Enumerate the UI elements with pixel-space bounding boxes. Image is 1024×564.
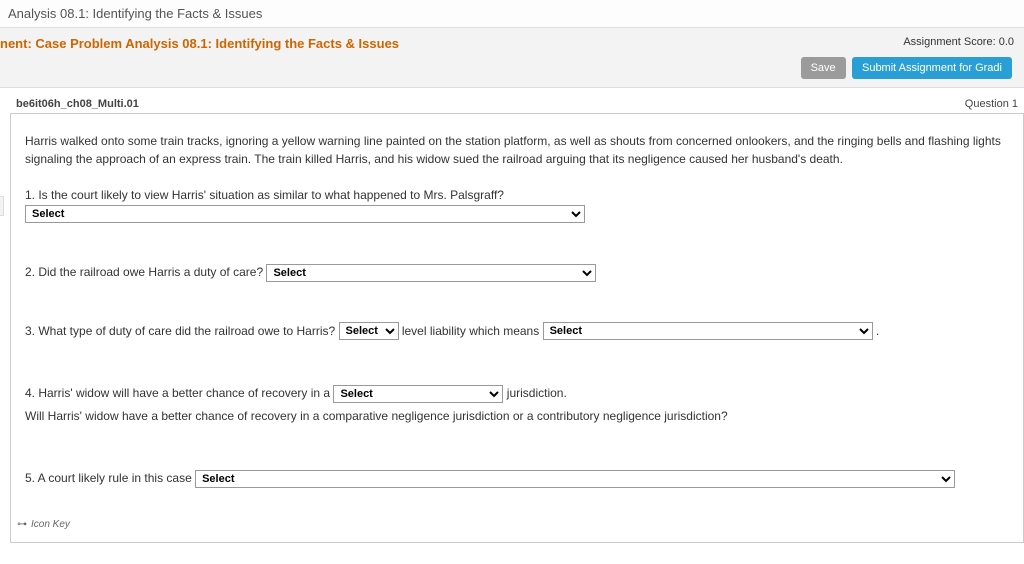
- question-3-suffix: .: [876, 324, 879, 338]
- key-icon: ⊶: [17, 517, 27, 532]
- question-line-3: 3. What type of duty of care did the rai…: [25, 322, 1009, 341]
- question-number: Question 1: [965, 98, 1020, 110]
- prev-question-arrow[interactable]: ◦: [0, 196, 4, 216]
- icon-key[interactable]: ⊶ Icon Key: [17, 517, 70, 532]
- question-4-text: 4. Harris' widow will have a better chan…: [25, 386, 330, 400]
- question-2-select[interactable]: Select: [266, 264, 596, 282]
- submit-button[interactable]: Submit Assignment for Gradi: [852, 57, 1012, 79]
- page-title: Analysis 08.1: Identifying the Facts & I…: [0, 0, 1024, 28]
- scenario-text: Harris walked onto some train tracks, ig…: [25, 132, 1009, 168]
- question-1-text: 1. Is the court likely to view Harris' s…: [25, 188, 504, 202]
- save-button[interactable]: Save: [801, 57, 846, 79]
- question-4-suffix: jurisdiction.: [507, 386, 567, 400]
- question-4-sub: Will Harris' widow have a better chance …: [25, 407, 1009, 425]
- question-line-5: 5. A court likely rule in this case Sele…: [25, 469, 1009, 488]
- question-4-select[interactable]: Select: [333, 385, 503, 403]
- question-line-1: 1. Is the court likely to view Harris' s…: [25, 186, 1009, 223]
- assignment-bar: nent: Case Problem Analysis 08.1: Identi…: [0, 28, 1024, 88]
- icon-key-label: Icon Key: [31, 517, 70, 532]
- question-1-select[interactable]: Select: [25, 205, 585, 223]
- question-3-text: 3. What type of duty of care did the rai…: [25, 324, 335, 338]
- question-3-select-a[interactable]: Select: [339, 322, 399, 340]
- question-container: be6it06h_ch08_Multi.01 Question 1 Harris…: [0, 88, 1024, 543]
- question-2-text: 2. Did the railroad owe Harris a duty of…: [25, 265, 263, 279]
- question-id: be6it06h_ch08_Multi.01: [16, 98, 139, 110]
- question-5-text: 5. A court likely rule in this case: [25, 471, 192, 485]
- question-3-mid-text: level liability which means: [402, 324, 539, 338]
- question-5-select[interactable]: Select: [195, 470, 955, 488]
- question-3-select-b[interactable]: Select: [543, 322, 873, 340]
- assignment-title: nent: Case Problem Analysis 08.1: Identi…: [0, 36, 399, 51]
- assignment-score: Assignment Score: 0.0: [903, 36, 1014, 48]
- question-line-4: 4. Harris' widow will have a better chan…: [25, 384, 1009, 425]
- question-box: Harris walked onto some train tracks, ig…: [10, 113, 1024, 543]
- question-line-2: 2. Did the railroad owe Harris a duty of…: [25, 263, 1009, 282]
